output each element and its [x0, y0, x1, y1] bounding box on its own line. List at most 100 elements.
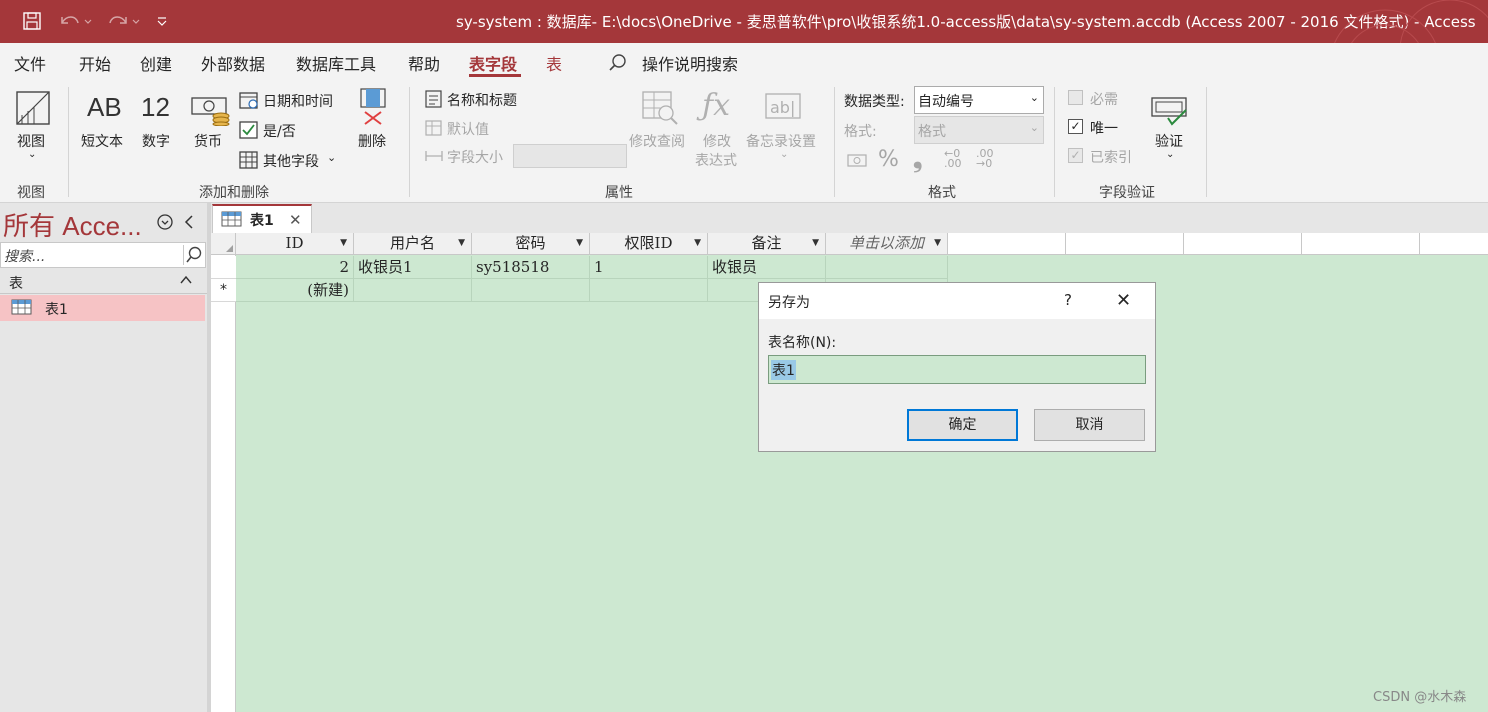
column-header-label: 权限ID [624, 234, 673, 252]
data-type-select[interactable]: 自动编号 ⌄ [914, 86, 1044, 114]
customize-quick-access-icon[interactable] [154, 10, 170, 32]
nav-search-input[interactable]: 搜索... [0, 242, 206, 268]
currency-format-icon[interactable] [846, 151, 870, 173]
record-selector[interactable] [211, 256, 236, 279]
cell-new-password[interactable] [472, 279, 590, 302]
indexed-checkbox[interactable]: ✓ [1068, 148, 1083, 163]
delete-button[interactable]: 删除 [358, 131, 386, 151]
memo-settings-button[interactable]: 备忘录设置 [746, 131, 816, 151]
tell-me-search[interactable]: 操作说明搜索 [642, 51, 738, 75]
date-time-button[interactable]: 日期和时间 [263, 91, 333, 111]
nav-item-table1[interactable]: 表1 [0, 295, 205, 321]
column-dropdown-icon[interactable]: ▼ [934, 233, 941, 254]
new-record-marker[interactable]: * [211, 279, 236, 302]
nav-pane-title[interactable]: 所有 Acce... [3, 206, 142, 243]
increase-decimals-icon[interactable]: ←0.00 [944, 148, 962, 169]
help-icon[interactable]: ? [1064, 291, 1072, 309]
navigation-pane: 所有 Acce... 搜索... 表 表1 [0, 203, 207, 712]
collapse-pane-icon[interactable] [182, 213, 196, 235]
column-header-permission-id[interactable]: 权限ID ▼ [590, 233, 708, 255]
field-size-input[interactable] [513, 144, 627, 168]
validation-button[interactable]: 验证 [1155, 131, 1183, 151]
cancel-button[interactable]: 取消 [1034, 409, 1145, 441]
cell-new-username[interactable] [354, 279, 472, 302]
required-checkbox[interactable] [1068, 90, 1083, 105]
empty-column-header [948, 233, 1066, 255]
dialog-title: 另存为 [768, 295, 810, 311]
document-tab-label: 表1 [250, 213, 274, 229]
ok-button[interactable]: 确定 [907, 409, 1018, 441]
short-text-icon: AB [87, 92, 122, 122]
ribbon: 视图 ⌄ 视图 AB 短文本 12 数字 货币 日期和时间 是/否 其他字段 ⌄… [0, 81, 1488, 203]
close-tab-icon[interactable]: ✕ [289, 211, 302, 229]
decrease-decimals-icon[interactable]: .00 →0 [976, 148, 994, 169]
chevron-down-icon[interactable]: ⌄ [28, 149, 36, 160]
column-dropdown-icon[interactable]: ▼ [694, 233, 701, 254]
modify-lookups-button[interactable]: 修改查阅 [629, 131, 685, 151]
tab-database-tools[interactable]: 数据库工具 [296, 51, 376, 75]
number-button[interactable]: 数字 [142, 131, 170, 151]
tab-file[interactable]: 文件 [14, 51, 46, 75]
column-header-username[interactable]: 用户名 ▼ [354, 233, 472, 255]
dialog-title-bar: 另存为 ? ✕ [759, 283, 1155, 319]
cell-password[interactable]: sy518518 [472, 256, 590, 279]
cell-add[interactable] [826, 256, 948, 279]
percent-icon[interactable]: % [878, 147, 899, 172]
tab-create[interactable]: 创建 [140, 51, 172, 75]
tab-home[interactable]: 开始 [79, 51, 111, 75]
column-dropdown-icon[interactable]: ▼ [576, 233, 583, 254]
column-header-click-to-add[interactable]: 单击以添加 ▼ [826, 233, 948, 255]
table-name-label: 表名称(N): [768, 335, 837, 351]
table-icon [11, 299, 33, 319]
field-size-label: 字段大小 [447, 150, 503, 166]
tab-table-fields[interactable]: 表字段 [469, 51, 517, 75]
undo-icon[interactable] [56, 10, 96, 32]
comma-style-icon[interactable]: ❟ [913, 145, 922, 173]
yes-no-button[interactable]: 是/否 [263, 121, 296, 141]
tab-table[interactable]: 表 [546, 51, 562, 75]
search-icon[interactable] [608, 53, 628, 77]
column-header-notes[interactable]: 备注 ▼ [708, 233, 826, 255]
chevron-down-icon[interactable]: ⌄ [327, 151, 336, 164]
tab-external-data[interactable]: 外部数据 [201, 51, 265, 75]
more-fields-button[interactable]: 其他字段 [263, 151, 319, 171]
close-icon[interactable]: ✕ [1116, 290, 1131, 311]
save-icon[interactable] [20, 10, 44, 32]
cell-permission-id[interactable]: 1 [590, 256, 708, 279]
redo-icon[interactable] [104, 10, 144, 32]
select-all-corner[interactable] [211, 233, 236, 255]
view-icon[interactable] [14, 89, 52, 131]
tab-help[interactable]: 帮助 [408, 51, 440, 75]
empty-column-header [1420, 233, 1488, 255]
title-bar: sy-system : 数据库- E:\docs\OneDrive - 麦思普软… [0, 0, 1488, 43]
nav-menu-dropdown-icon[interactable] [156, 213, 174, 235]
view-button[interactable]: 视图 [17, 131, 45, 151]
cell-new-permission-id[interactable] [590, 279, 708, 302]
modify-expression-button[interactable]: 修改 [703, 131, 731, 151]
column-dropdown-icon[interactable]: ▼ [458, 233, 465, 254]
column-dropdown-icon[interactable]: ▼ [812, 233, 819, 254]
column-header-id[interactable]: ID ▼ [236, 233, 354, 255]
chevron-down-icon: ⌄ [1029, 91, 1039, 104]
column-dropdown-icon[interactable]: ▼ [340, 233, 347, 254]
chevron-down-icon[interactable]: ⌄ [780, 149, 788, 160]
short-text-button[interactable]: 短文本 [81, 131, 123, 151]
cell-id[interactable]: 2 [236, 256, 354, 279]
search-icon[interactable] [183, 245, 205, 265]
name-caption-button[interactable]: 名称和标题 [447, 90, 517, 110]
format-select[interactable]: 格式 ⌄ [914, 116, 1044, 144]
column-header-password[interactable]: 密码 ▼ [472, 233, 590, 255]
chevron-up-icon[interactable] [179, 274, 193, 290]
document-tab-table1[interactable]: 表1 ✕ [212, 204, 312, 234]
unique-checkbox[interactable]: ✓ [1068, 119, 1083, 134]
function-icon: ƒx [702, 88, 731, 123]
nav-section-tables[interactable]: 表 [9, 273, 23, 293]
table-name-input[interactable]: 表1 [768, 355, 1146, 384]
title-decoration-icon [1334, 0, 1488, 43]
chevron-down-icon[interactable]: ⌄ [1166, 149, 1174, 160]
cell-username[interactable]: 收银员1 [354, 256, 472, 279]
default-value-button[interactable]: 默认值 [447, 119, 489, 139]
cell-new-record[interactable]: (新建) [236, 279, 354, 302]
currency-button[interactable]: 货币 [194, 131, 222, 151]
cell-notes[interactable]: 收银员 [708, 256, 826, 279]
